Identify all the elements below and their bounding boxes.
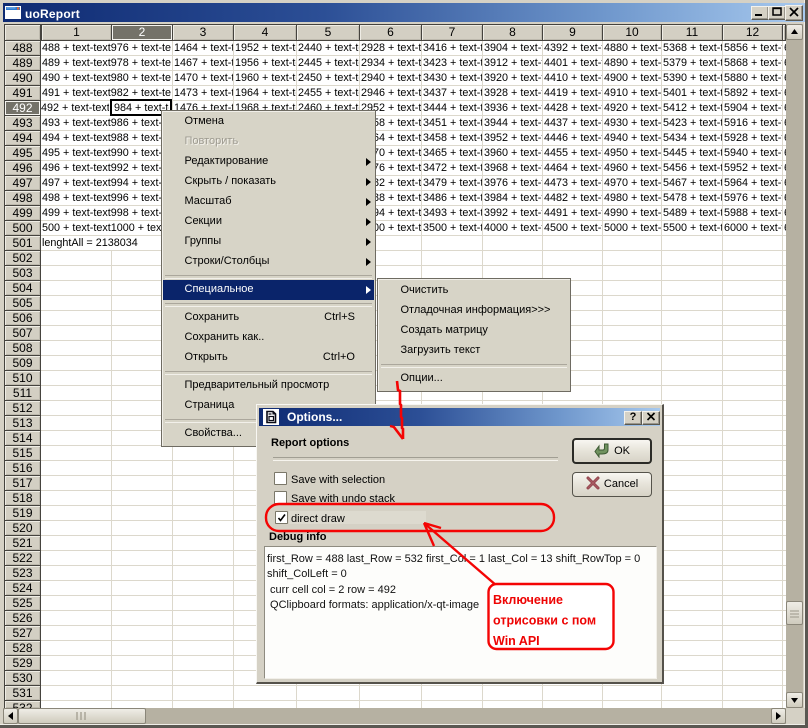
svg-text:Win API: Win API: [493, 634, 540, 648]
svg-text:Включение: Включение: [493, 593, 563, 607]
svg-text:отрисовки с пом: отрисовки с пом: [493, 614, 596, 628]
